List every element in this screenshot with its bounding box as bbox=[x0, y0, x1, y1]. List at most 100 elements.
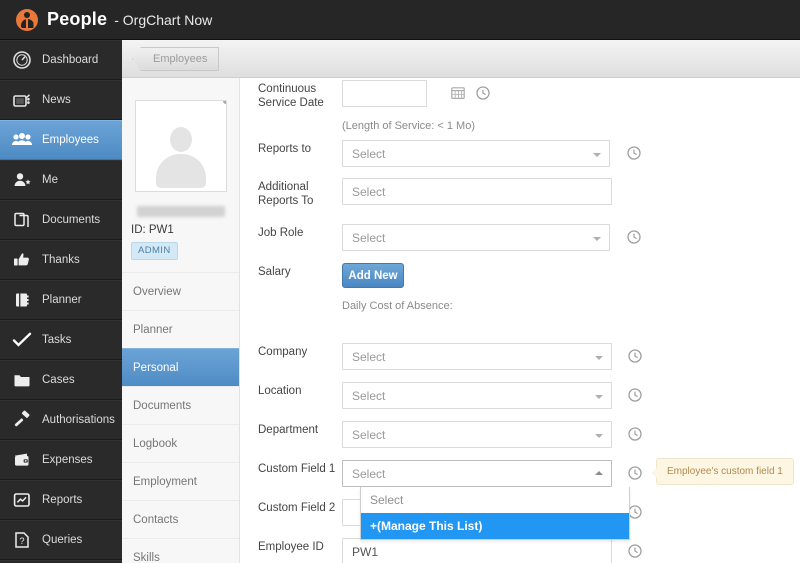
daily-cost-of-absence-note: Daily Cost of Absence: bbox=[342, 300, 453, 312]
sidebar-item-employees[interactable]: Employees bbox=[0, 120, 122, 160]
add-new-salary-button[interactable]: Add New bbox=[342, 263, 404, 288]
form-row-department: Department Select bbox=[240, 421, 800, 448]
field-label-text: Location bbox=[258, 385, 302, 397]
sidebar-item-dashboard[interactable]: Dashboard bbox=[0, 40, 122, 80]
sidebar-item-reports[interactable]: Reports bbox=[0, 480, 122, 520]
sidebar-item-news[interactable]: News bbox=[0, 80, 122, 120]
sidebar-item-label: Dashboard bbox=[42, 54, 99, 66]
brand-name: People bbox=[47, 9, 108, 29]
profile-tab-planner[interactable]: Planner bbox=[122, 310, 239, 348]
form-row-continuous-service-date: Continuous Service Date bbox=[240, 80, 800, 110]
company-select[interactable]: Select bbox=[342, 343, 612, 370]
history-clock-icon[interactable] bbox=[628, 388, 642, 402]
history-clock-icon[interactable] bbox=[476, 86, 490, 100]
main-sidebar: Dashboard News Employees Me Documents Th… bbox=[0, 40, 122, 563]
profile-tab-documents[interactable]: Documents bbox=[122, 386, 239, 424]
calendar-icon[interactable] bbox=[451, 86, 465, 100]
sidebar-item-planner[interactable]: Planner bbox=[0, 280, 122, 320]
history-clock-icon[interactable] bbox=[628, 466, 642, 480]
people-logo-icon bbox=[16, 8, 38, 31]
field-value: Select bbox=[352, 466, 386, 481]
gavel-icon bbox=[11, 409, 33, 431]
sidebar-item-expenses[interactable]: Expenses bbox=[0, 440, 122, 480]
personal-details-form: Continuous Service Date (Length of Servi… bbox=[240, 78, 800, 563]
department-select[interactable]: Select bbox=[342, 421, 612, 448]
television-icon bbox=[11, 89, 33, 111]
sidebar-item-label: Queries bbox=[42, 534, 83, 546]
sidebar-item-documents[interactable]: Documents bbox=[0, 200, 122, 240]
form-row-location: Location Select bbox=[240, 382, 800, 409]
additional-reports-to-input[interactable]: Select bbox=[342, 178, 612, 205]
field-label: Location bbox=[240, 382, 342, 409]
form-row-job-role: Job Role Select bbox=[240, 224, 800, 251]
sidebar-item-authorisations[interactable]: Authorisations bbox=[0, 400, 122, 440]
sidebar-item-me[interactable]: Me bbox=[0, 160, 122, 200]
employee-name-redacted bbox=[136, 206, 225, 217]
breadcrumb-back-employees[interactable]: Employees bbox=[132, 47, 220, 71]
employee-profile-panel: ID: PW1 ADMIN Overview Planner Personal … bbox=[122, 78, 240, 563]
profile-tab-label: Personal bbox=[133, 361, 179, 374]
field-value: Select bbox=[352, 427, 386, 442]
custom-field-1-select[interactable]: Select bbox=[342, 460, 612, 487]
chevron-down-icon bbox=[595, 433, 603, 438]
avatar bbox=[134, 100, 227, 192]
field-label-text: Company bbox=[258, 346, 308, 358]
job-role-select[interactable]: Select bbox=[342, 224, 610, 251]
profile-tab-contacts[interactable]: Contacts bbox=[122, 500, 239, 538]
history-clock-icon[interactable] bbox=[627, 230, 641, 244]
sidebar-item-queries[interactable]: ? Queries bbox=[0, 520, 122, 560]
checkmark-icon bbox=[11, 329, 33, 351]
field-label-text: Custom Field 2 bbox=[258, 502, 336, 514]
employee-id-text: ID: PW1 bbox=[131, 224, 174, 236]
profile-tab-overview[interactable]: Overview bbox=[122, 272, 239, 310]
sidebar-item-cases[interactable]: Cases bbox=[0, 360, 122, 400]
pencil-edit-icon[interactable] bbox=[222, 101, 226, 104]
reports-to-select[interactable]: Select bbox=[342, 140, 610, 167]
profile-tab-personal[interactable]: Personal bbox=[122, 348, 239, 386]
sidebar-item-label: Cases bbox=[42, 374, 75, 386]
field-value: PW1 bbox=[352, 544, 379, 559]
employee-id-input[interactable]: PW1 bbox=[342, 538, 612, 563]
sidebar-item-label: Tasks bbox=[42, 334, 72, 346]
person-placeholder-icon bbox=[153, 125, 209, 191]
sidebar-item-label: Employees bbox=[42, 134, 99, 146]
custom-field-1-dropdown-menu: Select +(Manage This List) bbox=[360, 487, 630, 540]
field-label-text: Reports to bbox=[258, 143, 312, 155]
profile-tab-label: Logbook bbox=[133, 437, 178, 450]
chevron-down-icon bbox=[593, 236, 601, 241]
field-label: Job Role bbox=[240, 224, 342, 251]
sidebar-item-label: Authorisations bbox=[42, 414, 115, 426]
profile-tab-skills[interactable]: Skills bbox=[122, 538, 239, 563]
profile-tab-employment[interactable]: Employment bbox=[122, 462, 239, 500]
form-row-company: Company Select bbox=[240, 343, 800, 370]
form-row-additional-reports-to: Additional Reports To Select bbox=[240, 178, 800, 208]
continuous-service-date-input[interactable] bbox=[342, 80, 427, 107]
documents-copy-icon bbox=[11, 209, 33, 231]
history-clock-icon[interactable] bbox=[627, 146, 641, 160]
sidebar-item-thanks[interactable]: Thanks bbox=[0, 240, 122, 280]
field-label: Additional Reports To bbox=[240, 178, 342, 208]
dropdown-option-manage-this-list[interactable]: +(Manage This List) bbox=[361, 513, 629, 539]
profile-tab-logbook[interactable]: Logbook bbox=[122, 424, 239, 462]
field-label-text: Employee ID bbox=[258, 541, 324, 553]
history-clock-icon[interactable] bbox=[628, 349, 642, 363]
brand-suffix: - OrgChart Now bbox=[114, 11, 213, 28]
chevron-up-icon bbox=[595, 470, 603, 475]
sidebar-item-label: Expenses bbox=[42, 454, 93, 466]
profile-tab-label: Documents bbox=[133, 399, 192, 412]
profile-tab-label: Contacts bbox=[133, 513, 179, 526]
field-label: Employee ID bbox=[240, 538, 342, 563]
sidebar-item-tasks[interactable]: Tasks bbox=[0, 320, 122, 360]
history-clock-icon[interactable] bbox=[628, 544, 642, 558]
length-of-service-note: (Length of Service: < 1 Mo) bbox=[342, 120, 475, 132]
profile-tab-label: Planner bbox=[133, 323, 173, 336]
question-document-icon: ? bbox=[11, 529, 33, 551]
history-clock-icon[interactable] bbox=[628, 505, 642, 519]
dropdown-option-select[interactable]: Select bbox=[361, 487, 629, 513]
sidebar-item-label: Documents bbox=[42, 214, 101, 226]
field-label-text: Department bbox=[258, 424, 319, 436]
history-clock-icon[interactable] bbox=[628, 427, 642, 441]
field-label-text: Continuous Service Date bbox=[258, 83, 324, 109]
location-select[interactable]: Select bbox=[342, 382, 612, 409]
top-brand-bar: People - OrgChart Now bbox=[0, 0, 800, 40]
